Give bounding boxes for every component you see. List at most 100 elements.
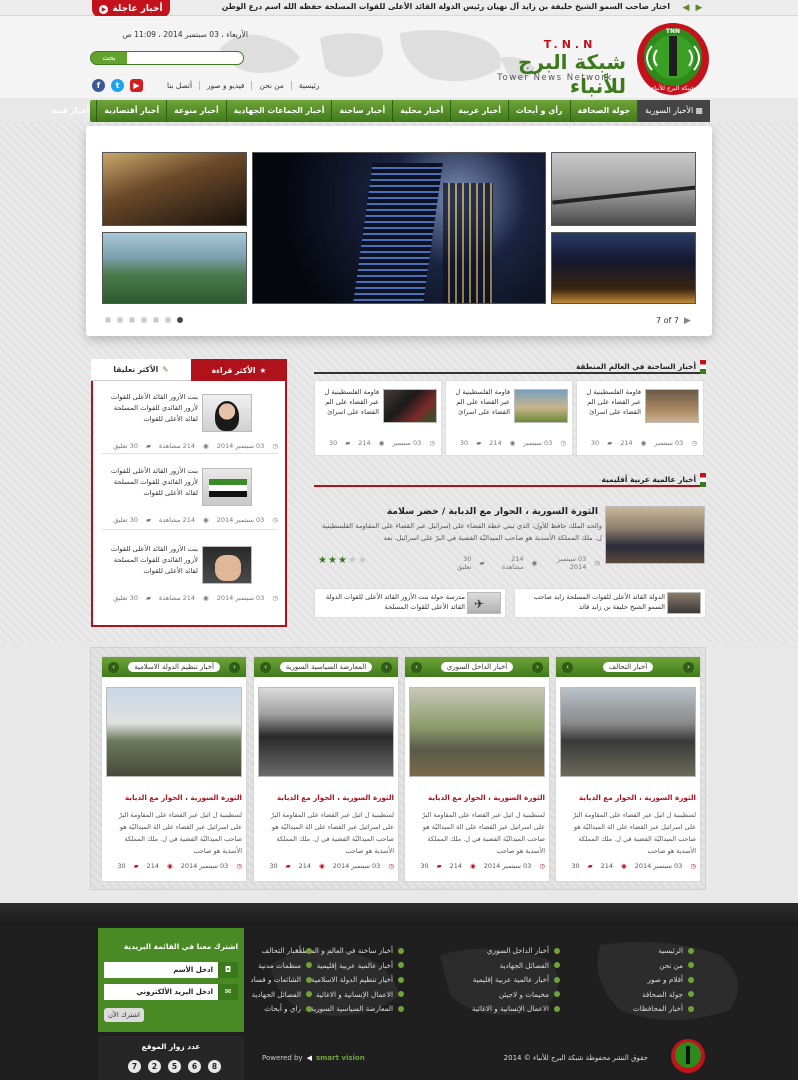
slider-thumb-city-night[interactable] [551, 232, 696, 304]
footer-link[interactable]: أفلام و صور [648, 975, 694, 984]
category-headline[interactable]: الثورة السورية ، الحوار مع الدبابة [258, 793, 394, 802]
world-more-item[interactable]: ✈ مدرسة حولة بنت الأزور القائد الأعلى لل… [314, 588, 506, 618]
top-link-media[interactable]: فيديو و صور [199, 81, 251, 90]
prev-icon[interactable]: › [562, 661, 573, 673]
world-more-item[interactable]: الدولة القائد الأعلى للقوات المسلحة زايد… [514, 588, 706, 618]
logo-icon[interactable]: TNN شبكة البرج للأنباء [634, 20, 712, 98]
footer-link[interactable]: راي و أبحاث [264, 1004, 312, 1013]
rating-stars[interactable]: ★★★★★ [318, 555, 368, 566]
footer-link[interactable]: الاعمال الإنسانية و الاغاثية [316, 990, 404, 999]
category-title[interactable]: أخبار تنظيم الدولة الاسلامية [128, 662, 220, 672]
slider-dot[interactable] [153, 317, 159, 323]
category-title[interactable]: أخبار التحالف [602, 662, 654, 672]
top-link-about[interactable]: من نحن [251, 81, 290, 90]
top-link-home[interactable]: رئيسية [290, 81, 327, 90]
slider-dot[interactable] [165, 317, 171, 323]
prev-icon[interactable]: › [108, 661, 120, 673]
footer-logo-icon[interactable] [670, 1038, 706, 1074]
ticker-next-icon[interactable]: ▶ [694, 3, 704, 13]
search-button[interactable]: بحث [91, 54, 127, 62]
facebook-icon[interactable]: f [92, 79, 105, 92]
footer-link[interactable]: أخبار تنظيم الدولة الاسلامية [311, 975, 404, 984]
nav-item-hot-news[interactable]: أخبار ساخنة [331, 100, 392, 122]
news-excerpt[interactable]: قاومة الفلسطينية ل عبر القضاء على الم ال… [317, 387, 379, 417]
nav-item-jihadist-groups[interactable]: أخبار الجماعات الجهادية [225, 100, 332, 122]
nav-item-syrian-news[interactable]: ▦ الأخبار السورية [637, 100, 710, 122]
nav-item-local-news[interactable]: أخبار محلية [392, 100, 450, 122]
slider-dot[interactable] [129, 317, 135, 323]
news-thumbnail[interactable] [383, 389, 437, 423]
category-image[interactable] [106, 687, 242, 777]
news-thumbnail[interactable] [667, 592, 701, 614]
star-icon[interactable]: ★ [338, 555, 348, 566]
news-ticker[interactable]: اختار صاحب السمو الشيخ خليفة بن زايد آل … [180, 2, 670, 11]
slider-main-image[interactable] [252, 152, 546, 304]
category-title[interactable]: أخبار الداخل السوري [440, 662, 514, 672]
slider-dot[interactable] [141, 317, 147, 323]
prev-icon[interactable]: › [260, 661, 272, 673]
next-icon[interactable]: ‹ [683, 661, 694, 673]
star-icon[interactable]: ★ [348, 555, 358, 566]
footer-link[interactable]: الفصائل الجهادية [500, 961, 560, 970]
popular-item[interactable]: بنت الأزور القائد الأعلى للقوات لأزور ال… [102, 542, 278, 608]
helicopter-thumbnail[interactable]: ✈ [467, 592, 501, 614]
news-thumbnail[interactable] [202, 468, 252, 506]
star-icon[interactable]: ★ [328, 555, 338, 566]
footer-link[interactable]: منظمات مدنية [258, 961, 312, 970]
news-excerpt[interactable]: بنت الأزور القائد الأعلى للقوات لأزور ال… [102, 544, 198, 577]
search-input[interactable] [127, 52, 243, 64]
nav-item-art[interactable]: أخبار فنية [45, 100, 97, 122]
news-thumbnail[interactable] [514, 389, 568, 423]
slider-dot[interactable] [105, 317, 111, 323]
world-feature-image[interactable] [605, 506, 705, 564]
email-field[interactable]: ✉ ادخل البريد الألكتروني [104, 984, 238, 1000]
category-image[interactable] [560, 687, 696, 777]
slider-thumb-bridge[interactable] [551, 152, 696, 226]
star-icon[interactable]: ★ [358, 555, 368, 566]
footer-link[interactable]: أخبار عالمية عربية إقليمية [473, 975, 560, 984]
footer-link[interactable]: الرئيسية [658, 946, 694, 955]
footer-link[interactable]: أخبار عالمية عربية إقليمية [317, 961, 404, 970]
footer-link[interactable]: الفصائل الجهادية [252, 990, 312, 999]
nav-item-opinion[interactable]: رأي و أبحاث [507, 100, 570, 122]
news-excerpt[interactable]: بنت الأزور القائد الأعلى للقوات لأزور ال… [102, 392, 198, 425]
nav-item-misc[interactable]: أخبار منوعة [166, 100, 226, 122]
footer-link[interactable]: جولة الصحافة [642, 990, 694, 999]
subscribe-button[interactable]: اشترك الآن [104, 1008, 144, 1022]
twitter-icon[interactable]: t [111, 79, 124, 92]
category-headline[interactable]: الثورة السورية ، الحوار مع الدبابة [106, 793, 242, 802]
popular-item[interactable]: بنت الأزور القائد الأعلى للقوات لأزور ال… [102, 464, 278, 530]
region-news-card[interactable]: قاومة الفلسطينية ل عبر القضاء على الم ال… [314, 380, 442, 456]
news-thumbnail[interactable] [202, 394, 252, 432]
world-headline[interactable]: الثورة السورية ، الحوار مع الدبابة / خضر… [320, 506, 598, 517]
news-thumbnail[interactable] [645, 389, 699, 423]
news-excerpt[interactable]: مدرسة حولة بنت الأزور القائد الأعلى للقو… [319, 592, 465, 612]
slider-thumb-city-sunset[interactable] [102, 152, 247, 226]
footer-link[interactable]: أخبار الداخل السوري [487, 946, 560, 955]
youtube-icon[interactable]: ▶ [130, 79, 143, 92]
category-image[interactable] [258, 687, 394, 777]
category-image[interactable] [409, 687, 545, 777]
region-news-card[interactable]: قاومة الفلسطينية ل عبر القضاء على الم ال… [576, 380, 704, 456]
powered-brand[interactable]: smart vision [316, 1054, 365, 1062]
next-icon[interactable]: ‹ [229, 661, 240, 673]
prev-icon[interactable]: › [411, 661, 423, 673]
popular-item[interactable]: بنت الأزور القائد الأعلى للقوات لأزور ال… [102, 388, 278, 454]
category-headline[interactable]: الثورة السورية ، الحوار مع الدبابة [409, 793, 545, 802]
nav-item-arab-news[interactable]: أخبار عربية [450, 100, 508, 122]
footer-link[interactable]: الشائعات و فساد [251, 975, 312, 984]
news-excerpt[interactable]: بنت الأزور القائد الأعلى للقوات لأزور ال… [102, 466, 198, 499]
slider-dot[interactable] [117, 317, 123, 323]
nav-item-press-tour[interactable]: جولة الصحافة [569, 100, 638, 122]
category-headline[interactable]: الثورة السورية ، الحوار مع الدبابة [560, 793, 696, 802]
news-excerpt[interactable]: قاومة الفلسطينية ل عبر القضاء على الم ال… [448, 387, 510, 417]
next-icon[interactable]: ‹ [381, 661, 392, 673]
tab-most-commented[interactable]: ✎ الأكثر تعليقا [91, 359, 191, 381]
news-thumbnail[interactable] [202, 546, 252, 584]
region-news-card[interactable]: قاومة الفلسطينية ل عبر القضاء على الم ال… [445, 380, 573, 456]
ticker-prev-icon[interactable]: ◀ [681, 3, 691, 13]
category-title[interactable]: المعارضة السياسية السورية [279, 662, 373, 672]
name-field[interactable]: ◘ ادخل الأسم [104, 962, 238, 978]
footer-link[interactable]: من نحن [659, 961, 694, 970]
top-link-contact[interactable]: أتصل بنا [160, 81, 199, 90]
